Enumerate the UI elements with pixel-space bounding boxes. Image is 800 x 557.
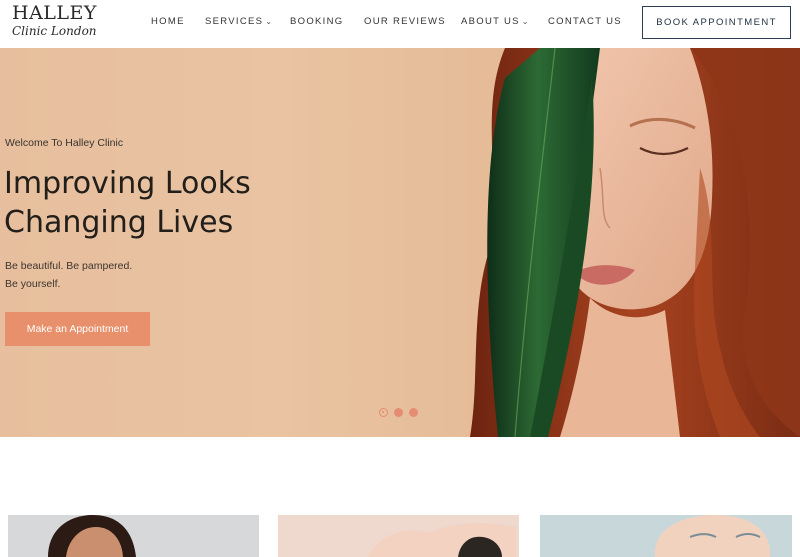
service-card-2[interactable] xyxy=(278,515,519,557)
card-2-image xyxy=(278,515,519,557)
make-appointment-button[interactable]: Make an Appointment xyxy=(5,312,150,346)
headline-line-2: Changing Lives xyxy=(4,205,234,240)
chevron-down-icon: ⌄ xyxy=(521,17,530,26)
nav-contact-us[interactable]: CONTACT US xyxy=(548,16,622,27)
nav-contact-label: CONTACT US xyxy=(548,16,622,27)
nav-our-reviews[interactable]: OUR REVIEWS xyxy=(364,16,446,27)
hero-welcome-text: Welcome To Halley Clinic xyxy=(5,137,124,149)
tagline-line-1: Be beautiful. Be pampered. xyxy=(5,260,133,272)
nav-reviews-label: OUR REVIEWS xyxy=(364,16,446,27)
nav-home-label: HOME xyxy=(151,16,185,27)
nav-booking-label: BOOKING xyxy=(290,16,344,27)
service-card-3[interactable] xyxy=(540,515,792,557)
hero-headline: Improving Looks Changing Lives xyxy=(4,164,251,242)
nav-services[interactable]: SERVICES ⌄ xyxy=(205,16,273,27)
service-card-1[interactable] xyxy=(8,515,259,557)
hero-slider: Welcome To Halley Clinic Improving Looks… xyxy=(0,48,800,437)
nav-booking[interactable]: BOOKING xyxy=(290,16,343,27)
logo-title: HALLEY xyxy=(12,2,97,24)
slider-dot-3[interactable] xyxy=(409,408,418,417)
chevron-down-icon: ⌄ xyxy=(265,17,274,26)
nav-home[interactable]: HOME xyxy=(151,16,185,27)
nav-about-label: ABOUT US xyxy=(461,16,520,27)
tagline-line-2: Be yourself. xyxy=(5,278,61,290)
logo-subtitle: Clinic London xyxy=(12,24,97,38)
card-1-image xyxy=(8,515,259,557)
headline-line-1: Improving Looks xyxy=(4,166,251,201)
book-appointment-button[interactable]: BOOK APPOINTMENT xyxy=(642,6,791,39)
nav-about-us[interactable]: ABOUT US ⌄ xyxy=(461,16,530,27)
slider-dot-1[interactable] xyxy=(379,408,388,417)
slider-dot-2[interactable] xyxy=(394,408,403,417)
hero-photo xyxy=(470,48,800,437)
nav-services-label: SERVICES xyxy=(205,16,264,27)
hero-tagline: Be beautiful. Be pampered. Be yourself. xyxy=(5,257,132,293)
card-3-image xyxy=(540,515,792,557)
site-header: HALLEY Clinic London HOME SERVICES ⌄ BOOK… xyxy=(0,0,800,48)
clinic-logo[interactable]: HALLEY Clinic London xyxy=(12,4,102,44)
